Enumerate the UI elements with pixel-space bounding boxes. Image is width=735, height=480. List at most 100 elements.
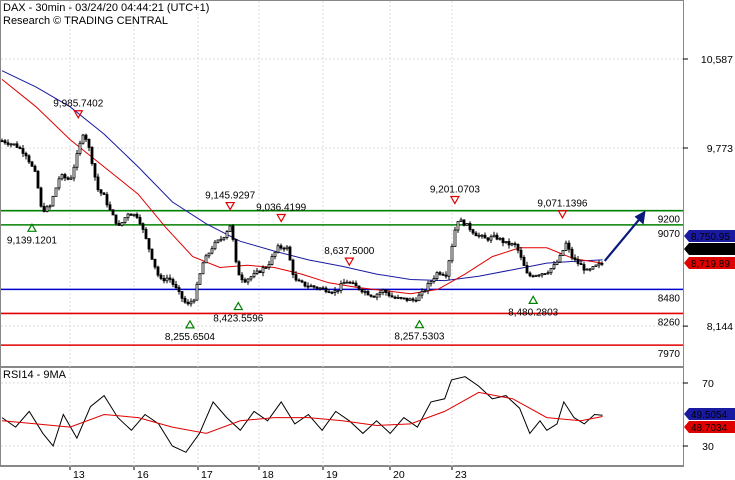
price-bar-body xyxy=(174,283,178,288)
price-bar-body xyxy=(573,257,577,260)
price-bar-body xyxy=(195,283,199,301)
price-bar-body xyxy=(105,194,109,206)
price-bar-body xyxy=(540,273,544,276)
price-bar-body xyxy=(456,221,460,231)
price-bar-body xyxy=(405,297,409,301)
price-bar-body xyxy=(45,206,49,212)
price-bar-body xyxy=(447,260,451,277)
price-bar-body xyxy=(288,246,292,261)
swing-high-marker xyxy=(73,110,84,119)
price-bar-body xyxy=(357,285,361,290)
price-bar-body xyxy=(264,267,268,269)
price-bar-body xyxy=(576,259,580,264)
price-bar-body xyxy=(240,274,244,281)
price-bar-body xyxy=(369,294,373,297)
price-bar-body xyxy=(12,143,16,146)
price-bar-body xyxy=(423,290,427,293)
price-bar-body xyxy=(414,299,418,302)
price-bar-body xyxy=(51,195,55,207)
price-bar-body xyxy=(324,287,328,293)
x-tick-label: 20 xyxy=(393,469,405,480)
price-bar-body xyxy=(561,250,565,256)
price-bar-body xyxy=(525,265,529,274)
price-bar-body xyxy=(510,243,514,246)
price-bar-body xyxy=(558,255,562,263)
rsi-title: RSI14 - 9MA xyxy=(3,369,67,381)
price-bar-body xyxy=(84,134,88,140)
price-bar-body xyxy=(147,238,151,250)
price-bar-body xyxy=(546,272,550,275)
price-bar-body xyxy=(408,298,412,301)
price-bar-body xyxy=(117,223,121,226)
price-bar-body xyxy=(72,166,76,179)
level-label-8260: 8260 xyxy=(658,317,681,328)
price-bar-body xyxy=(36,170,40,189)
price-bar-body xyxy=(384,289,388,293)
price-bar-body xyxy=(219,238,223,241)
price-bar-body xyxy=(459,219,463,222)
price-bar-body xyxy=(483,234,487,239)
price-bar-body xyxy=(393,296,397,299)
swing-low-marker xyxy=(233,301,244,311)
chart-title: DAX - 30min - 03/24/20 04:44:21 (UTC+1) xyxy=(3,2,209,14)
price-bar-body xyxy=(321,287,325,290)
price-bar-body xyxy=(396,296,400,299)
price-bar-body xyxy=(54,187,58,197)
price-bar-body xyxy=(273,251,277,257)
price-bar-body xyxy=(108,204,112,211)
price-bar-body xyxy=(90,147,94,164)
price-bar-body xyxy=(390,295,394,298)
price-bar-body xyxy=(144,229,148,239)
price-bar-body xyxy=(465,223,469,226)
swing-low-marker xyxy=(184,319,195,329)
price-bar-body xyxy=(360,289,364,293)
x-tick-label: 23 xyxy=(455,469,467,480)
swing-low-label: 8,255.6504 xyxy=(165,332,215,343)
swing-high-marker xyxy=(276,213,287,223)
level-label-7970: 7970 xyxy=(658,349,681,360)
price-bar-body xyxy=(441,273,445,276)
price-bar-body xyxy=(225,231,229,238)
price-bar-body xyxy=(180,291,184,299)
price-bar-body xyxy=(81,134,85,144)
price-bar-body xyxy=(186,301,190,305)
price-bar-body xyxy=(57,178,61,189)
price-bar-body xyxy=(201,262,205,275)
x-axis: 13 16 17 18 19 20 23 xyxy=(0,466,684,480)
price-series xyxy=(0,133,604,307)
price-bar-body xyxy=(276,245,280,253)
price-bar-body xyxy=(399,296,403,299)
price-bar-body xyxy=(552,264,556,269)
price-bar-body xyxy=(309,285,313,288)
price-bar-body xyxy=(450,245,454,262)
x-tick-label: 19 xyxy=(326,469,338,480)
swing-high-marker xyxy=(344,257,355,267)
swing-high-label: 9,145.9297 xyxy=(205,191,255,202)
price-bar-body xyxy=(303,281,307,287)
price-bar-body xyxy=(534,274,538,277)
price-bar-body xyxy=(579,263,583,265)
price-bar-body xyxy=(522,256,526,266)
price-bar-body xyxy=(432,278,436,282)
price-bar-body xyxy=(285,246,289,250)
price-bar-body xyxy=(528,272,532,277)
price-bar-body xyxy=(531,275,535,278)
price-bar-body xyxy=(318,287,322,290)
price-bar-body xyxy=(114,214,118,224)
price-bar-body xyxy=(96,176,100,191)
price-tag-red-text: 8,719.89 xyxy=(691,259,730,270)
price-bar-body xyxy=(600,262,604,265)
price-bar-body xyxy=(189,301,193,305)
price-bar-body xyxy=(294,274,298,281)
rsi-tag-blue-text: 49.5054 xyxy=(691,410,728,421)
price-bar-body xyxy=(438,272,442,275)
price-bar-body xyxy=(78,142,82,154)
price-bar-body xyxy=(270,256,274,265)
price-bar-body xyxy=(87,139,91,148)
price-bar-body xyxy=(342,281,346,285)
price-bar-body xyxy=(0,140,4,143)
level-label-9070: 9070 xyxy=(658,229,681,240)
chart-canvas: 9200 9070 8480 8260 7970 9,985.7402 9,139.120… xyxy=(0,0,735,480)
price-bar-body xyxy=(402,297,406,300)
price-bar-body xyxy=(489,236,493,241)
